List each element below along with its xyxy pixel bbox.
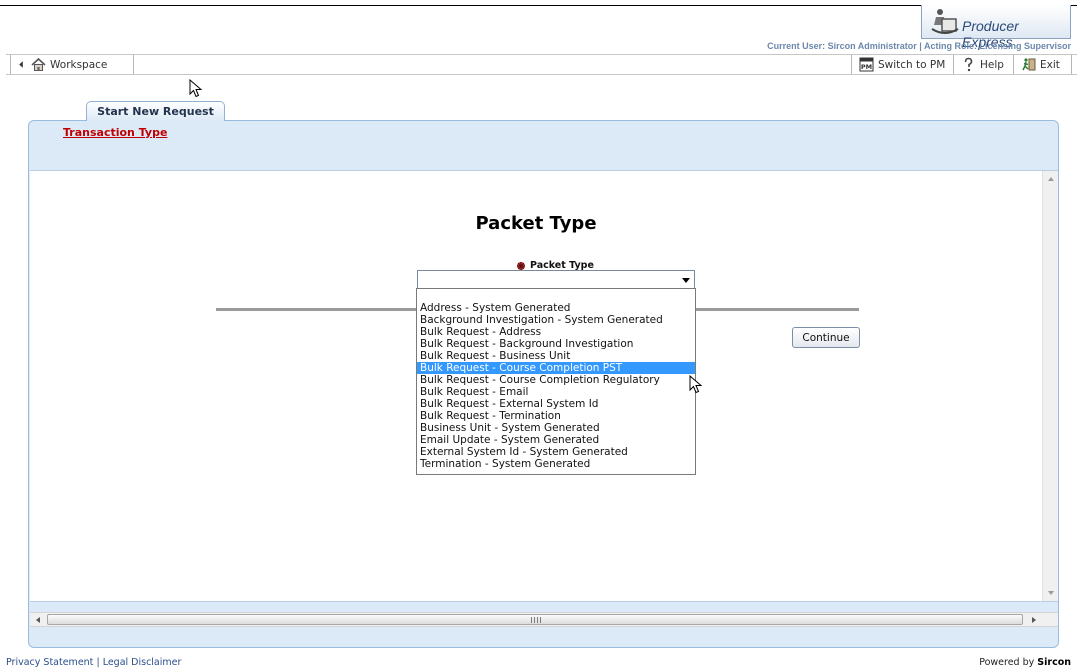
- tab-label: Start New Request: [97, 105, 214, 118]
- mouse-pointer-icon: [189, 79, 203, 98]
- toolbar-divider: [10, 55, 11, 74]
- divider-line: [216, 308, 417, 311]
- producer-express-logo: [931, 9, 959, 34]
- continue-button[interactable]: Continue: [792, 327, 860, 348]
- dropdown-option[interactable]: Bulk Request - External System Id: [417, 398, 695, 410]
- current-user-info: Current User: Sircon Administrator | Act…: [767, 41, 1071, 51]
- home-icon: [31, 57, 46, 71]
- switch-to-pm-button[interactable]: PM Switch to PM: [853, 55, 951, 74]
- toolbar-divider: [133, 55, 134, 74]
- workspace-label: Workspace: [50, 58, 108, 71]
- powered-by-brand: Sircon: [1037, 657, 1071, 668]
- toolbar-divider: [953, 55, 954, 74]
- workspace-button[interactable]: Workspace: [12, 55, 113, 74]
- toolbar: Workspace PM Switch to PM Help Exit: [6, 54, 1077, 75]
- tab-start-new-request[interactable]: Start New Request: [86, 101, 225, 121]
- scroll-down-icon[interactable]: [1048, 591, 1054, 595]
- scroll-right-icon[interactable]: [1032, 617, 1036, 623]
- powered-by: Powered by Sircon: [979, 657, 1071, 668]
- dropdown-option[interactable]: Bulk Request - Business Unit: [417, 350, 695, 362]
- footer-separator: |: [96, 657, 100, 668]
- dropdown-option[interactable]: Termination - System Generated: [417, 458, 695, 470]
- toolbar-divider: [851, 55, 852, 74]
- page-title: Packet Type: [475, 213, 597, 234]
- help-label: Help: [980, 58, 1004, 71]
- svg-text:PM: PM: [861, 63, 872, 71]
- dropdown-option[interactable]: Address - System Generated: [417, 302, 695, 314]
- dropdown-option-highlighted[interactable]: Bulk Request - Course Completion PST: [417, 362, 695, 374]
- required-marker-icon: [517, 261, 525, 270]
- exit-label: Exit: [1040, 58, 1060, 71]
- dropdown-option[interactable]: Bulk Request - Background Investigation: [417, 338, 695, 350]
- pm-icon: PM: [859, 57, 874, 72]
- packet-type-select[interactable]: [417, 270, 695, 290]
- dropdown-option[interactable]: Email Update - System Generated: [417, 434, 695, 446]
- back-arrow-icon: [19, 61, 23, 68]
- legal-disclaimer-link[interactable]: Legal Disclaimer: [103, 657, 182, 668]
- toolbar-divider: [1013, 55, 1014, 74]
- scroll-up-icon[interactable]: [1048, 177, 1054, 181]
- dropdown-option[interactable]: Bulk Request - Email: [417, 386, 695, 398]
- footer-links: Privacy Statement | Legal Disclaimer: [6, 657, 181, 668]
- help-icon: [964, 57, 973, 72]
- toolbar-divider: [1071, 55, 1072, 74]
- breadcrumb-transaction-type[interactable]: Transaction Type: [63, 126, 167, 139]
- dropdown-option[interactable]: Bulk Request - Termination: [417, 410, 695, 422]
- scrollbar-thumb[interactable]: [47, 614, 1023, 625]
- top-rule: [0, 5, 1077, 6]
- dropdown-option[interactable]: Background Investigation - System Genera…: [417, 314, 695, 326]
- dropdown-option[interactable]: External System Id - System Generated: [417, 446, 695, 458]
- packet-type-dropdown-list[interactable]: Address - System Generated Background In…: [416, 288, 696, 475]
- dropdown-option[interactable]: Bulk Request - Course Completion Regulat…: [417, 374, 695, 386]
- brand-header: Producer Express: [921, 5, 1071, 50]
- dropdown-option[interactable]: Bulk Request - Address: [417, 326, 695, 338]
- divider-line: [695, 308, 859, 311]
- powered-by-prefix: Powered by: [979, 657, 1035, 668]
- privacy-statement-link[interactable]: Privacy Statement: [6, 657, 93, 668]
- switch-to-pm-label: Switch to PM: [878, 58, 946, 71]
- vertical-scrollbar[interactable]: [1042, 171, 1058, 601]
- exit-icon: [1022, 58, 1036, 71]
- scroll-left-icon[interactable]: [36, 617, 40, 623]
- horizontal-scrollbar[interactable]: [30, 612, 1058, 627]
- exit-button[interactable]: Exit: [1015, 55, 1066, 74]
- grip-icon: [531, 617, 541, 623]
- continue-label: Continue: [802, 331, 850, 344]
- chevron-down-icon: [682, 278, 690, 283]
- mouse-pointer-icon: [689, 375, 703, 394]
- dropdown-option[interactable]: Business Unit - System Generated: [417, 422, 695, 434]
- help-button[interactable]: Help: [955, 55, 1010, 74]
